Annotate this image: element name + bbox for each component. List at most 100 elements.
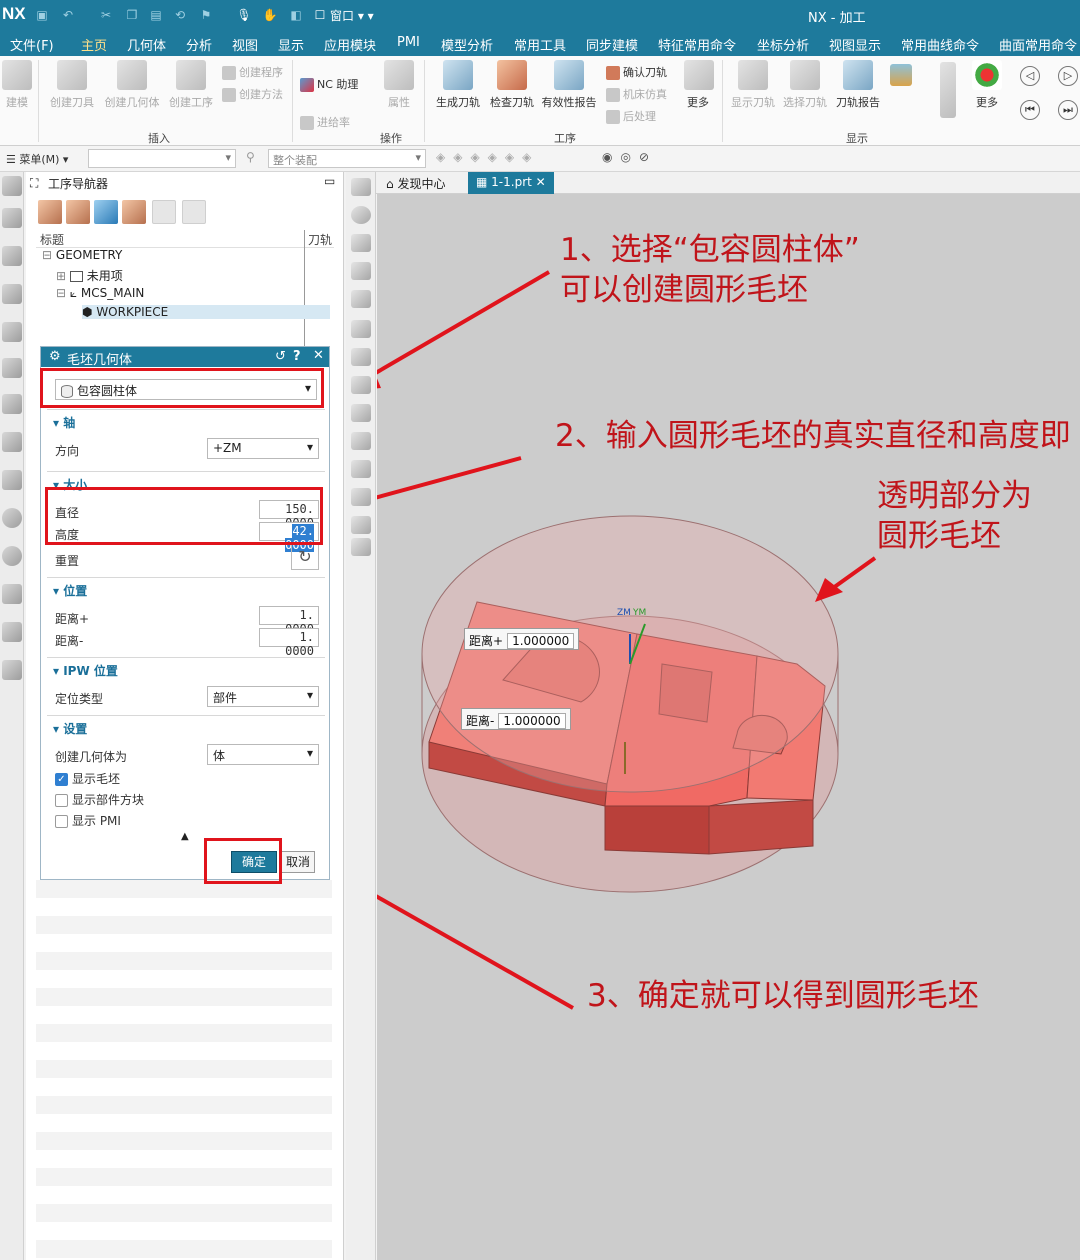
remove-column-button[interactable] [182,200,206,224]
menu-file[interactable]: 文件(F) [10,35,54,54]
web-browser-icon[interactable] [2,508,22,528]
operation-navigator-icon[interactable] [2,284,22,304]
tree-geometry[interactable]: ⊟ GEOMETRY [42,248,122,262]
touch-mode-icon[interactable]: ✋ [262,7,278,23]
display-toolpath-button[interactable]: 显示刀轨 [730,60,776,110]
graphics-window[interactable]: ZM YM 距离+ 1.000000 距离- 1.000000 1、选择“包容圆柱体… [377,194,1080,1260]
menu-model-analysis[interactable]: 模型分析 [441,35,493,54]
pen-icon[interactable] [351,262,371,280]
confirm-toolpath-button[interactable]: 确认刀轨 [606,64,667,80]
gears-icon[interactable] [351,320,371,338]
menu-surface-commands[interactable]: 曲面常用命令 [999,35,1077,54]
distance-minus-tag-value[interactable]: 1.000000 [498,713,566,729]
history-icon[interactable] [2,546,22,566]
create-method-button[interactable]: 创建方法 [222,86,283,102]
tree-mcs-main[interactable]: ⊟ ⟀ MCS_MAIN [56,286,144,301]
arrows-icon[interactable] [940,62,956,122]
microphone-icon[interactable]: 🎙 [236,7,252,23]
settings-icon[interactable] [2,176,22,196]
assembly-navigator-icon[interactable] [2,246,22,266]
previous-icon[interactable]: ◁ [1020,66,1040,86]
create-geometry-button[interactable]: 创建几何体 [104,60,160,110]
undo-icon[interactable]: ↶ [60,7,76,23]
field-icon[interactable] [351,516,371,534]
menu-coordinate-analysis[interactable]: 坐标分析 [757,35,809,54]
collapse-icon[interactable]: ▲ [181,831,189,842]
menu-view[interactable]: 视图 [232,35,258,54]
snap-icons[interactable]: ◈◈◈◈◈◈ [436,150,596,168]
nc-assistant-button[interactable]: NC 助理 [300,76,358,92]
tree-workpiece[interactable]: ⬢ WORKPIECE [82,305,330,319]
type-filter-combo[interactable] [88,149,236,168]
machine-navigator-icon[interactable] [2,322,22,342]
part-icon[interactable] [351,178,371,196]
select-toolpath-button[interactable]: 选择刀轨 [782,60,828,110]
create-tool-button[interactable]: 创建刀具 [48,60,96,110]
command-finder-icon[interactable]: ⚑ [198,7,214,23]
generate-toolpath-button[interactable]: 生成刀轨 [434,60,482,110]
repeat-command-icon[interactable]: ⟲ [172,7,188,23]
shape-icon[interactable] [351,290,371,308]
attribute-button[interactable]: 属性 [384,60,414,110]
show-part-block-checkbox[interactable]: 显示部件方块 [55,791,144,808]
copy-icon[interactable]: ❐ [124,7,140,23]
maximize-icon[interactable]: ▭ [324,174,335,188]
validity-report-button[interactable]: 有效性报告 [540,60,598,110]
tab-part[interactable]: ▦ 1-1.prt ✕ [468,172,554,194]
tree-unused[interactable]: ⊞ 未用项 [56,267,123,284]
menu-home[interactable]: 主页 [81,35,108,58]
distance-minus-input[interactable]: 1. 0000 [259,628,319,658]
menu-display[interactable]: 显示 [278,35,304,54]
last-icon[interactable]: ⏭ [1058,100,1078,120]
assembly-filter-combo[interactable]: 整个装配 [268,149,426,168]
next-icon[interactable]: ▷ [1058,66,1078,86]
cursor-icon[interactable] [351,460,371,478]
role-icon[interactable] [2,622,22,642]
cancel-button[interactable]: 取消 [281,851,315,873]
paste-icon[interactable]: ▤ [148,7,164,23]
method-view-button[interactable] [122,200,146,224]
layer-icon[interactable] [351,348,371,366]
tool-view-button[interactable] [66,200,90,224]
create-program-button[interactable]: 创建程序 [222,64,283,80]
distance-plus-input[interactable]: 1. 0000 [259,606,319,636]
loop-icon[interactable] [351,404,371,422]
reset-size-button[interactable]: ↻ [291,544,319,570]
switch-window-icon[interactable]: ◧ [288,7,304,23]
toolpath-display-button[interactable] [890,64,912,90]
help-icon[interactable]: ? [293,349,301,364]
report-icon[interactable] [351,538,371,556]
measure-icon[interactable] [351,234,371,252]
first-icon[interactable]: ⏮ [1020,100,1040,120]
add-column-button[interactable] [152,200,176,224]
program-view-button[interactable] [38,200,62,224]
column-toolpath[interactable]: 刀轨 [308,231,332,248]
window-icon[interactable]: ☐ [312,7,328,23]
reuse-library-icon[interactable] [2,432,22,452]
feature-navigator-icon[interactable] [2,358,22,378]
show-blank-checkbox[interactable]: ✓ 显示毛坯 [55,770,120,787]
distance-plus-tag[interactable]: 距离+ 1.000000 [464,628,580,650]
settings-section-title[interactable]: ▾ 设置 [53,720,87,737]
direction-select[interactable]: +ZM [207,438,319,459]
menu-feature-commands[interactable]: 特征常用命令 [658,35,736,54]
tool-library-icon[interactable] [2,394,22,414]
locate-type-select[interactable]: 部件 [207,686,319,707]
menu-pmi[interactable]: PMI [397,35,420,50]
more-display-button[interactable]: 更多 [970,60,1004,110]
show-pmi-checkbox[interactable]: 显示 PMI [55,812,121,829]
geometry-view-button[interactable] [94,200,118,224]
verify-toolpath-button[interactable]: 检查刀轨 [488,60,536,110]
tab-close-icon[interactable]: ✕ [536,175,546,189]
cut-icon[interactable]: ✂ [98,7,114,23]
axis-section-title[interactable]: ▾ 轴 [53,414,75,431]
close-icon[interactable]: ✕ [313,348,324,363]
tools-icon[interactable] [2,584,22,604]
edit-icon[interactable] [351,376,371,394]
grid-icon[interactable] [351,488,371,506]
menu-analysis[interactable]: 分析 [186,35,212,54]
distance-plus-tag-value[interactable]: 1.000000 [507,633,575,649]
hd3d-icon[interactable] [2,470,22,490]
menu-geometry[interactable]: 几何体 [127,35,166,54]
modeling-button[interactable]: 建模 [2,60,32,110]
